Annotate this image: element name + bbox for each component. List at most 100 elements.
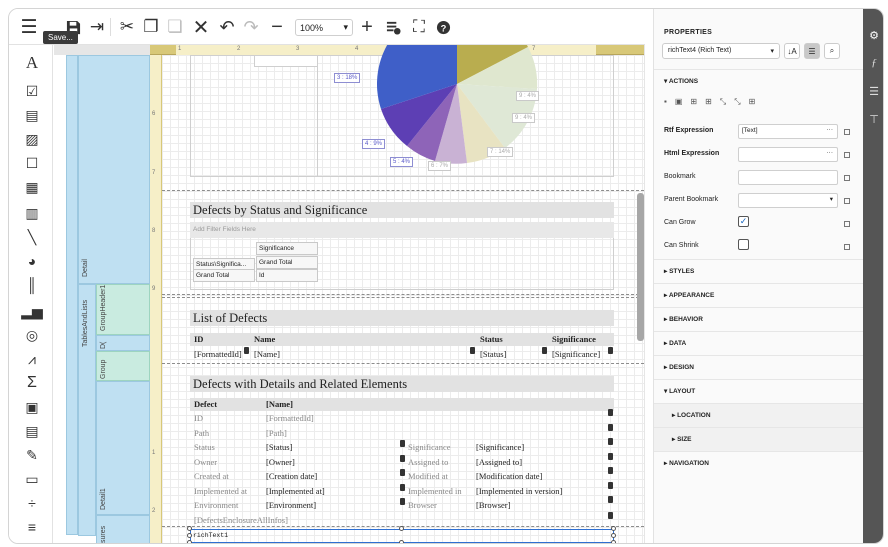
shape-tool-icon[interactable]: ◕ [21,251,43,271]
band-detail[interactable] [78,55,150,284]
property-input[interactable]: ··· [738,147,838,162]
field-value[interactable]: [Assigned to] [474,456,614,468]
sort-alpha-icon[interactable]: ↓A [784,43,800,59]
text-tool-icon[interactable]: A [21,53,43,73]
cross-band-tool-icon[interactable]: ≡ [21,517,43,537]
vertical-scrollbar[interactable] [637,193,644,341]
field-label[interactable]: Status [192,441,262,453]
report-canvas[interactable]: 3 : 18% 4 : 9% 5 : 4% 6 : 7% 7 : 14% 9 :… [162,45,644,543]
paste-icon[interactable]: ❏ [163,15,187,39]
resize-handle[interactable] [399,540,404,543]
resize-handle[interactable] [187,526,192,531]
field-value[interactable]: [Modification date] [474,470,614,482]
pie-chart[interactable] [372,45,542,169]
filter-area[interactable]: Add Filter Fields Here [190,222,614,238]
field-label[interactable]: Modified at [406,470,472,482]
property-input[interactable]: [Text] ··· [738,124,838,139]
resize-handle[interactable] [611,526,616,531]
property-marker-icon[interactable] [844,129,850,135]
property-group[interactable]: ▸ BEHAVIOR [654,307,864,331]
column-header[interactable]: Defect [192,398,262,410]
pivot-grand-total-row[interactable]: Grand Total [193,269,255,282]
field-value[interactable]: [FormattedId] [264,412,404,424]
property-group[interactable]: ▸ LOCATION [654,403,864,427]
field-value[interactable]: [Implemented at] [264,485,404,497]
pivot-data-cell[interactable]: Id [256,269,318,282]
field-value[interactable]: [Browser] [474,499,614,511]
field-label[interactable]: Assigned to [406,456,472,468]
pivot-grand-total[interactable]: Grand Total [256,256,318,269]
checkbox[interactable]: ✓ [738,216,749,227]
search-icon[interactable]: ⌕ [824,43,840,59]
zoom-out-icon[interactable]: − [265,15,289,39]
settings-icon[interactable]: ⚙ [866,27,882,43]
field-value[interactable]: [Significance] [474,441,614,453]
property-group[interactable]: ▸ DESIGN [654,355,864,379]
field-label[interactable]: Implemented at [192,485,262,497]
field-value[interactable]: [Environment] [264,499,404,511]
field-value[interactable]: [Implemented in version] [474,485,614,497]
richtext-tool-icon[interactable]: ▤ [21,105,43,125]
hierarchy-icon[interactable]: ⊤ [866,111,882,127]
property-group[interactable]: ▸ APPEARANCE [654,283,864,307]
resize-handle[interactable] [187,533,192,538]
field-label[interactable]: Owner [192,456,262,468]
property-group[interactable]: ▾ LAYOUT [654,379,864,403]
field-value[interactable]: [Path] [264,427,404,439]
property-marker-icon[interactable] [844,244,850,250]
field-value[interactable]: [Owner] [264,456,404,468]
pivot-grid-tool-icon[interactable]: ▭ [21,469,43,489]
property-marker-icon[interactable] [844,198,850,204]
property-input[interactable]: ▾ [738,193,838,208]
chart-tool-icon[interactable]: ▂▅ [21,301,43,321]
undo-icon[interactable]: ↶ [215,15,239,39]
database-icon[interactable]: ☰ [866,83,882,99]
table-of-contents-tool-icon[interactable]: ▤ [21,421,43,441]
resize-handle[interactable] [399,526,404,531]
summary-tool-icon[interactable]: Σ [21,373,43,393]
barcode-tool-icon[interactable]: ║ [21,275,43,295]
property-marker-icon[interactable] [844,221,850,227]
group-actions[interactable]: ▾ ACTIONS [654,69,864,93]
help-icon[interactable]: ? [431,15,455,39]
action-icons[interactable]: ▪▣⊞⊞⤡⤡⊞ [664,97,763,107]
column-header[interactable]: Status [478,333,548,345]
field-label[interactable]: Implemented in [406,485,472,497]
ellipsis-icon[interactable]: ··· [827,126,834,133]
subreport-cell[interactable]: [DefectsEnclosureAllInfos] [192,514,392,526]
exit-icon[interactable]: ⇥ [85,15,109,39]
table-cell[interactable]: [FormattedId] [192,348,250,360]
zoom-in-icon[interactable]: + [355,15,379,39]
delete-icon[interactable]: ✕ [189,15,213,39]
column-header[interactable]: [Name] [264,398,464,410]
table-cell[interactable]: [Status] [478,348,548,360]
panel-tool-icon[interactable]: ☐ [21,153,43,173]
categories-icon[interactable]: ☰ [804,43,820,59]
field-label[interactable]: Environment [192,499,262,511]
zoom-select[interactable]: 100% ▾ [295,19,353,36]
property-group[interactable]: ▸ STYLES [654,259,864,283]
page-break-tool-icon[interactable]: ÷ [21,493,43,513]
field-label[interactable]: Significance [406,441,472,453]
line-tool-icon[interactable]: ╲ [21,227,43,247]
redo-icon[interactable]: ↷ [239,15,263,39]
band-tables[interactable] [66,55,78,535]
page-info-tool-icon[interactable]: ▣ [21,397,43,417]
property-group[interactable]: ▸ DATA [654,331,864,355]
resize-handle[interactable] [611,540,616,543]
cut-icon[interactable]: ✂ [115,15,139,39]
gauge-tool-icon[interactable]: ◎ [21,325,43,345]
picture-tool-icon[interactable]: ▨ [21,129,43,149]
table-tool-icon[interactable]: ▦ [21,177,43,197]
table-cell[interactable]: [Name] [252,348,452,360]
data-source-icon[interactable] [381,15,405,39]
column-header[interactable]: Name [252,333,452,345]
field-label[interactable]: Path [192,427,262,439]
fullscreen-icon[interactable]: ⛶ [407,15,431,39]
property-input[interactable] [738,170,838,185]
menu-icon[interactable]: ☰ [17,15,41,39]
function-icon[interactable]: ƒ [866,55,882,71]
field-value[interactable]: [Status] [264,441,404,453]
sparkline-tool-icon[interactable]: ⩘ [21,349,43,369]
resize-handle[interactable] [611,533,616,538]
